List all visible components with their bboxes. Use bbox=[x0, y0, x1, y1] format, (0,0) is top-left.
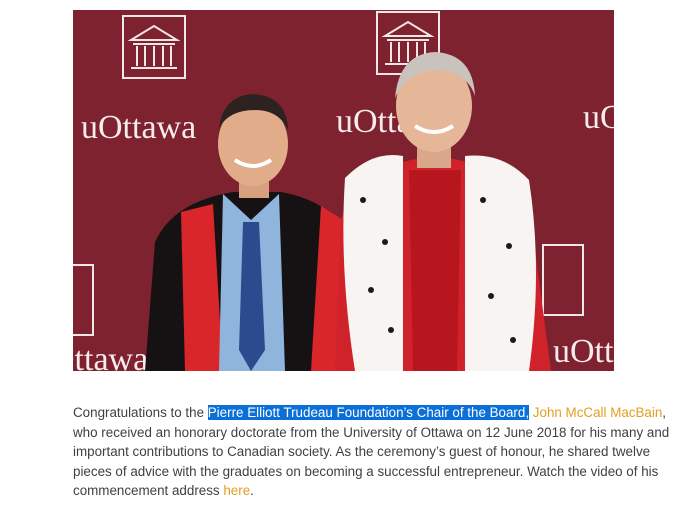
john-mccall-macbain-link[interactable]: John McCall MacBain bbox=[533, 405, 663, 420]
article-caption: Congratulations to the Pierre Elliott Tr… bbox=[73, 403, 683, 501]
video-here-link[interactable]: here bbox=[223, 483, 250, 498]
backdrop-wordmark-3: uOttawa bbox=[583, 99, 614, 136]
graduation-photo: uOttawa uOttawa uOttawa uOttawa uOttawa bbox=[73, 10, 614, 371]
photo-illustration: uOttawa uOttawa uOttawa uOttawa uOttawa bbox=[73, 10, 614, 371]
selected-text: Pierre Elliott Trudeau Foundation’s Chai… bbox=[207, 405, 530, 420]
backdrop-wordmark-1: uOttawa bbox=[81, 109, 196, 146]
caption-prefix: Congratulations to the bbox=[73, 405, 208, 420]
caption-suffix: . bbox=[250, 483, 254, 499]
backdrop-wordmark-5: uOttawa bbox=[553, 333, 614, 370]
backdrop-wordmark-4: uOttawa bbox=[73, 341, 148, 371]
